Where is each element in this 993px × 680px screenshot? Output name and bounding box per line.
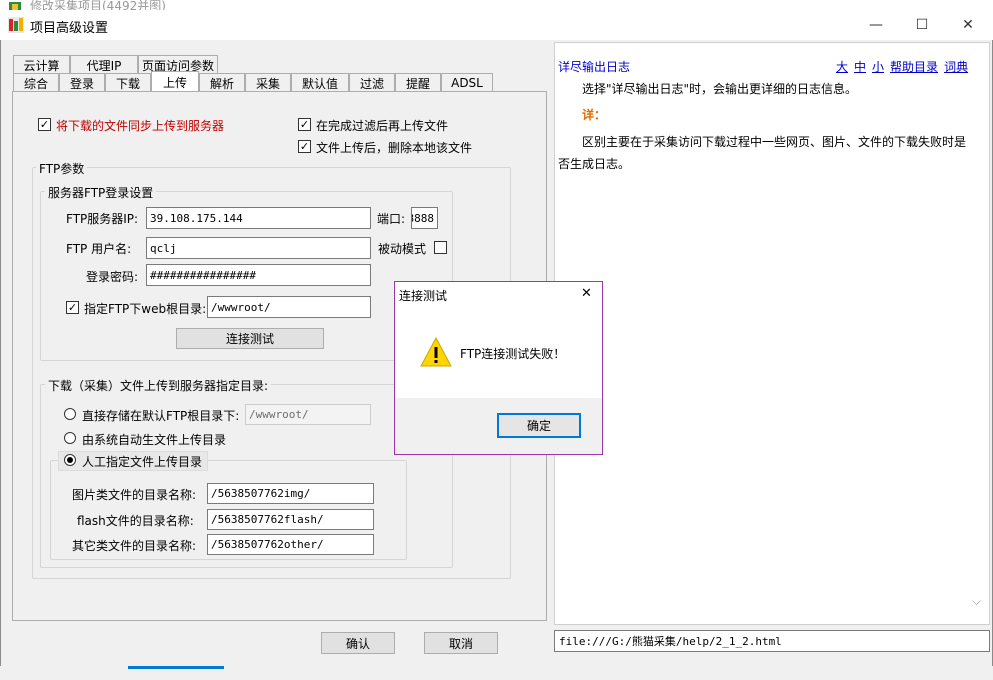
check-icon: ✓: [39, 118, 50, 131]
window-titlebar[interactable]: [0, 10, 993, 40]
font-medium-link[interactable]: 中: [854, 60, 866, 74]
tab-cloud[interactable]: 云计算: [13, 55, 70, 74]
tab-default-values[interactable]: 默认值: [291, 73, 349, 92]
scroll-down-icon[interactable]: ⌵: [972, 594, 981, 609]
other-dir-label: 其它类文件的目录名称:: [72, 539, 197, 553]
minimize-button[interactable]: —: [853, 10, 899, 40]
font-small-link[interactable]: 小: [872, 60, 884, 74]
ftp-params-group-label: FTP参数: [36, 160, 88, 177]
image-dir-label: 图片类文件的目录名称:: [72, 488, 197, 502]
tab-reminder[interactable]: 提醒: [395, 73, 441, 92]
radio-selected-dot: [67, 457, 73, 463]
radio-auto-dir[interactable]: [64, 432, 76, 444]
sync-upload-checkbox[interactable]: ✓: [38, 118, 51, 131]
username-input[interactable]: qclj: [146, 237, 371, 259]
connection-test-dialog: 连接测试 ✕ FTP连接测试失败！ 确定: [394, 281, 603, 455]
radio-auto-dir-label: 由系统自动生文件上传目录: [82, 433, 227, 447]
help-links: 大中小帮助目录 词典: [830, 58, 968, 75]
radio-default-root[interactable]: [64, 408, 76, 420]
passive-mode-label: 被动模式: [378, 242, 427, 256]
password-label: 登录密码:: [86, 270, 139, 284]
maximize-button[interactable]: ☐: [899, 10, 945, 40]
other-dir-input[interactable]: /5638507762other/: [207, 534, 374, 555]
webroot-label: 指定FTP下web根目录:: [84, 302, 207, 316]
check-icon: ✓: [299, 118, 310, 131]
maximize-icon: ☐: [915, 17, 929, 33]
passive-mode-checkbox[interactable]: [434, 241, 447, 254]
tab-row-2: 综合 登录 下载 上传 解析 采集 默认值 过滤 提醒 ADSL: [13, 71, 493, 92]
upload-target-group-label: 下载（采集）文件上传到服务器指定目录:: [45, 377, 272, 394]
server-ip-label: FTP服务器IP:: [66, 212, 139, 226]
cancel-button[interactable]: 取消: [424, 632, 498, 654]
webroot-input[interactable]: /wwwroot/: [207, 296, 371, 318]
flash-dir-label: flash文件的目录名称:: [77, 514, 194, 528]
help-title: 详尽输出日志: [558, 60, 631, 74]
help-detail-label: 详：: [582, 108, 607, 122]
tab-filter[interactable]: 过滤: [349, 73, 395, 92]
upload-after-filter-checkbox[interactable]: ✓: [298, 118, 311, 131]
dialog-message: FTP连接测试失败！: [460, 347, 566, 361]
tab-parse[interactable]: 解析: [199, 73, 245, 92]
help-line-1: 选择"详尽输出日志"时，会输出更详细的日志信息。: [582, 82, 858, 96]
radio-manual-dir[interactable]: [64, 454, 76, 466]
tab-login[interactable]: 登录: [59, 73, 105, 92]
port-input[interactable]: 8888: [411, 207, 438, 229]
connection-test-button[interactable]: 连接测试: [176, 328, 324, 349]
close-icon: ✕: [962, 17, 974, 33]
dialog-ok-button[interactable]: 确定: [497, 413, 581, 438]
password-input[interactable]: ################: [146, 264, 371, 286]
server-ip-input[interactable]: 39.108.175.144: [146, 207, 371, 229]
check-icon: ✓: [299, 140, 310, 153]
dialog-title: 连接测试: [399, 289, 448, 303]
minimize-icon: —: [869, 17, 883, 33]
ok-button[interactable]: 确认: [321, 632, 395, 654]
flash-dir-input[interactable]: /5638507762flash/: [207, 509, 374, 530]
delete-local-checkbox[interactable]: ✓: [298, 140, 311, 153]
tab-collect[interactable]: 采集: [245, 73, 291, 92]
tab-general[interactable]: 综合: [13, 73, 59, 92]
warning-icon: [420, 336, 452, 367]
dictionary-link[interactable]: 词典: [944, 60, 968, 74]
dialog-close-icon[interactable]: ✕: [581, 286, 592, 301]
delete-local-label: 文件上传后，删除本地该文件: [316, 141, 473, 155]
port-label: 端口:: [377, 212, 406, 226]
tab-proxy-ip[interactable]: 代理IP: [70, 55, 138, 74]
font-large-link[interactable]: 大: [836, 60, 848, 74]
window-title: 项目高级设置: [30, 21, 109, 36]
sync-upload-label: 将下载的文件同步上传到服务器: [56, 119, 225, 133]
check-icon: ✓: [67, 301, 78, 314]
help-index-link[interactable]: 帮助目录: [890, 60, 938, 74]
close-button[interactable]: ✕: [945, 10, 991, 40]
help-panel: [554, 42, 990, 625]
username-label: FTP 用户名:: [66, 242, 132, 256]
radio-default-root-label: 直接存储在默认FTP根目录下:: [82, 409, 240, 423]
server-login-group-label: 服务器FTP登录设置: [45, 184, 157, 201]
app-icon: [8, 17, 24, 33]
image-dir-input[interactable]: /5638507762img/: [207, 483, 374, 504]
radio-manual-dir-label: 人工指定文件上传目录: [82, 455, 203, 469]
help-line-2: 区别主要在于采集访问下载过程中一些网页、图片、文件的下载失败时是否生成日志。: [558, 135, 967, 171]
webroot-checkbox[interactable]: ✓: [66, 301, 79, 314]
tab-upload[interactable]: 上传: [151, 71, 199, 92]
help-url-field[interactable]: file:///G:/熊猫采集/help/2_1_2.html: [554, 630, 990, 652]
tab-download[interactable]: 下载: [105, 73, 151, 92]
bottom-highlight: [128, 666, 224, 669]
default-root-input: /wwwroot/: [245, 404, 371, 425]
upload-after-filter-label: 在完成过滤后再上传文件: [316, 119, 449, 133]
tab-adsl[interactable]: ADSL: [441, 73, 493, 92]
